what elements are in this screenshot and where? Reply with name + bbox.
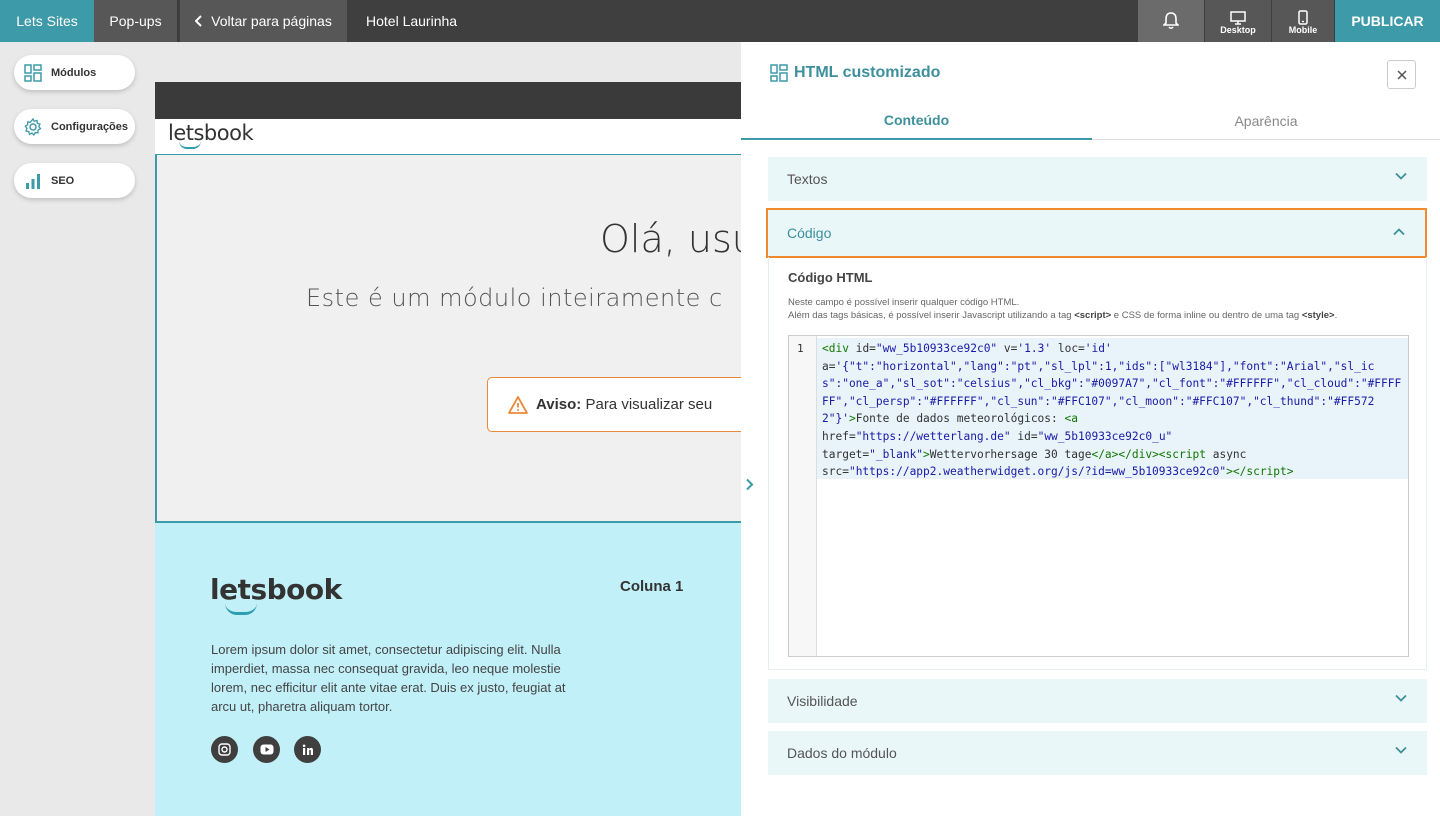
back-to-pages-button[interactable]: Voltar para páginas bbox=[180, 0, 347, 42]
sidebar-item-modules[interactable]: Módulos bbox=[14, 55, 135, 90]
code-field-description: Neste campo é possível inserir qualquer … bbox=[788, 296, 1337, 322]
footer-text: Lorem ipsum dolor sit amet, consectetur … bbox=[211, 642, 566, 714]
section-label: Textos bbox=[787, 171, 828, 187]
desktop-icon bbox=[1230, 10, 1246, 25]
custom-html-module[interactable]: Olá, usu Este é um módulo inteiramente c… bbox=[155, 155, 741, 523]
desc-line-2a: Além das tags básicas, é possível inseri… bbox=[788, 310, 1075, 321]
desc-line-2b: e CSS de forma inline ou dentro de uma t… bbox=[1111, 310, 1302, 321]
notifications-button[interactable] bbox=[1138, 0, 1204, 42]
section-label: Código bbox=[787, 225, 832, 241]
line-gutter: 1 bbox=[789, 336, 817, 656]
desc-style-tag: <style> bbox=[1301, 310, 1335, 321]
sidebar-item-settings[interactable]: Configurações bbox=[14, 109, 135, 144]
panel-title: HTML customizado bbox=[794, 64, 941, 81]
warning-label: Aviso: bbox=[536, 396, 582, 413]
sidebar-item-label: Módulos bbox=[51, 66, 97, 79]
sidebar-item-label: SEO bbox=[51, 174, 75, 187]
preview-header[interactable]: letsbook bbox=[155, 119, 741, 155]
sidebar-item-label: Configurações bbox=[51, 120, 129, 133]
section-label: Dados do módulo bbox=[787, 745, 897, 761]
footer-column-title: Coluna 1 bbox=[620, 578, 684, 595]
gear-icon bbox=[24, 117, 42, 136]
preview-footer[interactable]: letsbook Coluna 1 Lorem ipsum dolor sit … bbox=[155, 523, 741, 816]
modules-icon bbox=[24, 63, 42, 82]
section-codigo[interactable]: Código bbox=[766, 208, 1427, 258]
code-content[interactable]: <div id="ww_5b10933ce92c0" v='1.3' loc='… bbox=[822, 340, 1404, 481]
line-number: 1 bbox=[797, 342, 804, 355]
tab-appearance[interactable]: Aparência bbox=[1092, 102, 1440, 140]
collapse-panel-icon[interactable] bbox=[745, 478, 754, 496]
mobile-label: Mobile bbox=[1288, 25, 1318, 35]
chevron-down-icon bbox=[1395, 172, 1407, 180]
youtube-icon[interactable] bbox=[253, 736, 280, 763]
code-editor[interactable]: 1 <div id="ww_5b10933ce92c0" v='1.3' loc… bbox=[788, 335, 1409, 657]
popups-button[interactable]: Pop-ups bbox=[94, 0, 178, 42]
hero-subtitle: Este é um módulo inteiramente c bbox=[306, 284, 723, 312]
brand-button[interactable]: Lets Sites bbox=[0, 0, 94, 42]
page-preview: letsbook Olá, usu Este é um módulo intei… bbox=[155, 82, 741, 816]
bell-icon bbox=[1163, 12, 1179, 30]
code-field-title: Código HTML bbox=[788, 270, 873, 285]
chevron-down-icon bbox=[1395, 746, 1407, 754]
page-name: Hotel Laurinha bbox=[366, 13, 458, 29]
mobile-view-button[interactable]: Mobile bbox=[1272, 0, 1334, 42]
footer-logo: letsbook bbox=[210, 573, 342, 606]
codigo-section-body: Código HTML Neste campo é possível inser… bbox=[768, 257, 1427, 670]
hero-title: Olá, usu bbox=[600, 217, 741, 261]
top-bar: Lets Sites Pop-ups Voltar para páginas H… bbox=[0, 0, 1440, 42]
section-dados-do-modulo[interactable]: Dados do módulo bbox=[768, 731, 1427, 775]
warning-icon bbox=[508, 395, 528, 414]
desc-line-1: Neste campo é possível inserir qualquer … bbox=[788, 297, 1020, 308]
mobile-icon bbox=[1298, 10, 1308, 25]
chevron-down-icon bbox=[1395, 694, 1407, 702]
warning-box: Aviso: Para visualizar seu bbox=[487, 377, 741, 432]
desc-script-tag: <script> bbox=[1074, 310, 1112, 321]
chevron-up-icon bbox=[1393, 228, 1405, 236]
publish-button[interactable]: PUBLICAR bbox=[1335, 0, 1440, 42]
sidebar-item-seo[interactable]: SEO bbox=[14, 163, 135, 198]
section-textos[interactable]: Textos bbox=[768, 157, 1427, 201]
preview-top-bar bbox=[155, 82, 741, 119]
desc-end: . bbox=[1334, 310, 1338, 321]
linkedin-icon[interactable] bbox=[294, 736, 321, 763]
back-label: Voltar para páginas bbox=[211, 13, 332, 29]
section-label: Visibilidade bbox=[787, 693, 858, 709]
tab-content[interactable]: Conteúdo bbox=[741, 102, 1092, 140]
chevron-left-icon bbox=[195, 15, 202, 27]
desktop-label: Desktop bbox=[1220, 24, 1256, 35]
modules-icon bbox=[770, 64, 788, 87]
close-button[interactable] bbox=[1387, 60, 1416, 89]
section-visibilidade[interactable]: Visibilidade bbox=[768, 679, 1427, 723]
logo-smile-icon bbox=[179, 141, 201, 149]
logo-smile-icon bbox=[225, 603, 257, 615]
instagram-icon[interactable] bbox=[211, 736, 238, 763]
warning-text: Para visualizar seu bbox=[585, 396, 713, 413]
close-icon bbox=[1396, 69, 1407, 80]
bar-chart-icon bbox=[26, 173, 40, 189]
module-editor-panel: HTML customizado Conteúdo Aparência Text… bbox=[741, 42, 1440, 816]
desktop-view-button[interactable]: Desktop bbox=[1205, 0, 1271, 42]
